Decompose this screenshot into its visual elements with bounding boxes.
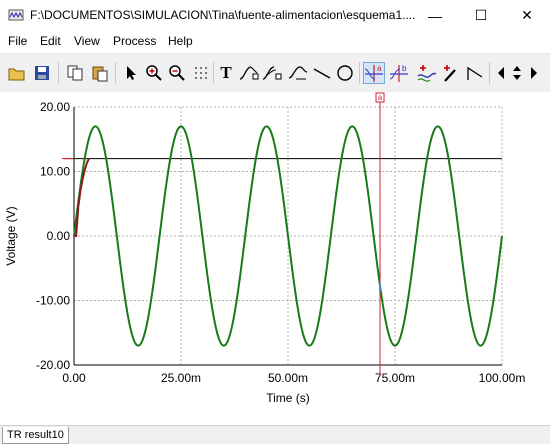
arrow-right-icon[interactable] bbox=[527, 62, 541, 84]
menu-process[interactable]: Process bbox=[113, 34, 156, 48]
waveform-chart[interactable]: -20.00 -10.00 0.00 10.00 20.00 0.00 25.00m 50.0… bbox=[0, 92, 550, 425]
cursor-b-icon[interactable]: b bbox=[388, 62, 410, 84]
zoom-in-icon[interactable] bbox=[143, 62, 165, 84]
save-icon[interactable] bbox=[31, 62, 53, 84]
x-tick-label: 100.00m bbox=[479, 371, 526, 385]
svg-text:b: b bbox=[402, 64, 407, 73]
menu-help[interactable]: Help bbox=[168, 34, 193, 48]
title-bar: F:\DOCUMENTOS\SIMULACION\Tina\fuente-ali… bbox=[0, 0, 550, 31]
paste-icon[interactable] bbox=[89, 62, 111, 84]
zoom-out-icon[interactable] bbox=[166, 62, 188, 84]
cursor-label: a bbox=[378, 93, 383, 102]
add-curve-icon[interactable] bbox=[416, 62, 438, 84]
open-icon[interactable] bbox=[6, 62, 28, 84]
maximize-icon: ☐ bbox=[474, 7, 488, 23]
y-tick-label: 20.00 bbox=[40, 100, 70, 114]
y-tick-label: 0.00 bbox=[47, 229, 71, 243]
x-tick-label: 25.00m bbox=[161, 371, 201, 385]
x-tick-label: 75.00m bbox=[375, 371, 415, 385]
formula-label-icon[interactable] bbox=[287, 62, 309, 84]
window-title: F:\DOCUMENTOS\SIMULACION\Tina\fuente-ali… bbox=[30, 8, 416, 22]
x-axis-label: Time (s) bbox=[266, 391, 310, 405]
toolbar-separator bbox=[115, 62, 116, 84]
maximize-button[interactable]: ☐ bbox=[458, 0, 504, 31]
close-button[interactable]: ✕ bbox=[504, 0, 550, 31]
curve-label2-icon[interactable] bbox=[261, 62, 283, 84]
toolbar-separator bbox=[58, 62, 59, 84]
grid-icon[interactable] bbox=[190, 62, 212, 84]
copy-icon[interactable] bbox=[64, 62, 86, 84]
menu-file[interactable]: File bbox=[8, 34, 27, 48]
plot-area[interactable]: -20.00 -10.00 0.00 10.00 20.00 0.00 25.00m 50.0… bbox=[0, 92, 550, 425]
series-line-transient bbox=[74, 158, 90, 237]
probe-icon[interactable] bbox=[440, 62, 462, 84]
x-tick-label: 0.00 bbox=[62, 371, 86, 385]
curve-label-icon[interactable] bbox=[238, 62, 260, 84]
x-tick-label: 50.00m bbox=[268, 371, 308, 385]
cursor-a-icon[interactable]: a bbox=[363, 62, 385, 84]
svg-text:a: a bbox=[377, 64, 382, 73]
menu-bar: File Edit View Process Help bbox=[0, 31, 550, 51]
line-tool-icon[interactable] bbox=[311, 62, 333, 84]
toolbar: T a b bbox=[0, 53, 550, 93]
arrow-updown-icon[interactable] bbox=[510, 62, 524, 84]
pointer-icon[interactable] bbox=[120, 62, 142, 84]
ellipse-tool-icon[interactable] bbox=[334, 62, 356, 84]
status-bar: TR result10 bbox=[0, 425, 550, 444]
minimize-icon: — bbox=[428, 7, 442, 24]
app-icon bbox=[8, 9, 24, 21]
y-axis-label: Voltage (V) bbox=[4, 206, 18, 265]
toolbar-separator bbox=[359, 62, 360, 84]
toolbar-separator bbox=[213, 62, 214, 84]
y-tick-label: 10.00 bbox=[40, 165, 70, 179]
result-tab[interactable]: TR result10 bbox=[2, 427, 69, 444]
arrow-left-icon[interactable] bbox=[494, 62, 508, 84]
close-icon: ✕ bbox=[521, 7, 533, 23]
y-tick-label: -10.00 bbox=[36, 294, 70, 308]
minimize-button[interactable]: — bbox=[412, 0, 458, 31]
menu-edit[interactable]: Edit bbox=[40, 34, 61, 48]
slope-icon[interactable] bbox=[464, 62, 486, 84]
menu-view[interactable]: View bbox=[74, 34, 100, 48]
y-tick-label: -20.00 bbox=[36, 358, 70, 372]
toolbar-separator bbox=[489, 62, 490, 84]
text-tool-icon[interactable]: T bbox=[215, 62, 237, 84]
